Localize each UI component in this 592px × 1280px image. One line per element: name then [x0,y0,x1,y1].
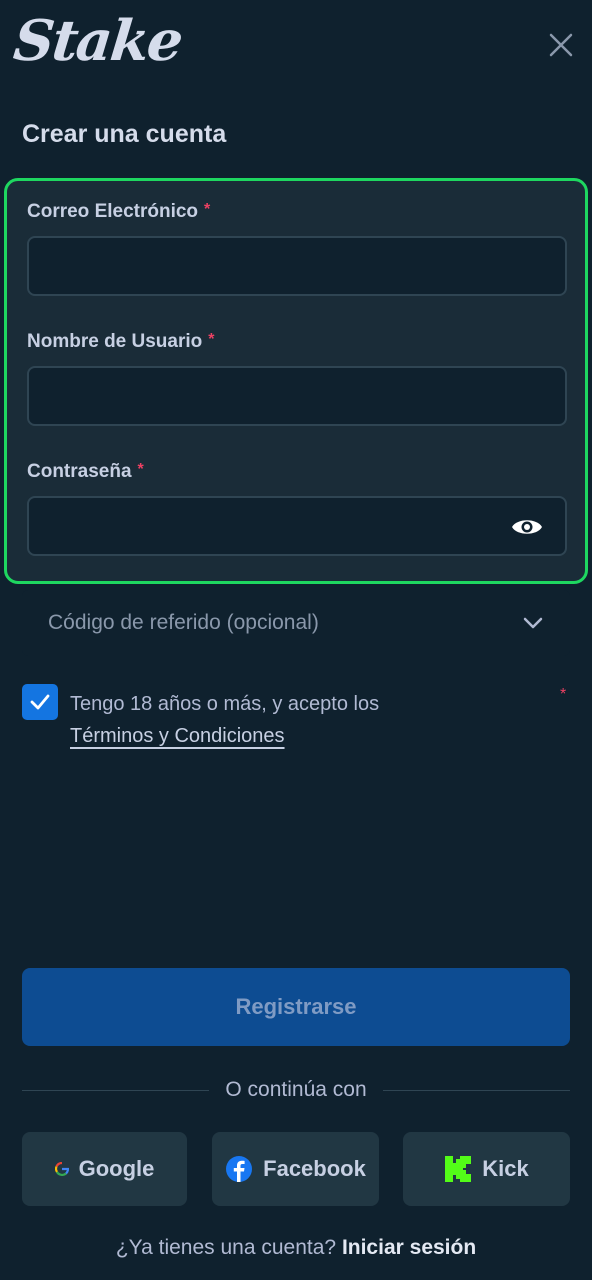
chevron-down-icon [523,617,543,629]
required-mark: * [137,461,144,478]
username-field-wrapper [27,366,567,426]
register-button[interactable]: Registrarse [22,968,570,1046]
eye-icon[interactable] [511,516,543,538]
referral-code-dropdown[interactable]: Código de referido (opcional) [22,590,570,656]
terms-checkbox[interactable] [22,684,58,720]
kick-login-button[interactable]: Kick [403,1132,570,1206]
facebook-login-button[interactable]: Facebook [212,1132,379,1206]
login-link[interactable]: Iniciar sesión [342,1236,476,1259]
username-field[interactable] [29,368,565,424]
facebook-icon [226,1156,253,1182]
password-field-wrapper [27,496,567,556]
terms-text: Tengo 18 años o más, y acepto los Términ… [70,688,379,752]
referral-code-label: Código de referido (opcional) [48,611,319,634]
terms-link[interactable]: Términos y Condiciones [70,725,285,747]
required-mark: * [560,686,567,703]
continue-with-divider: O continúa con [22,1076,571,1104]
google-login-button[interactable]: Google [22,1132,187,1206]
username-label: Nombre de Usuario * [27,331,215,352]
login-prompt: ¿Ya tienes una cuenta? Iniciar sesión [0,1236,592,1260]
email-label: Correo Electrónico * [27,201,211,222]
facebook-label: Facebook [263,1156,366,1181]
credentials-panel: Correo Electrónico * Nombre de Usuario * C… [4,178,588,584]
close-icon[interactable] [546,30,576,60]
divider-line [22,1089,210,1091]
password-field[interactable] [29,498,565,554]
divider-line [382,1089,571,1091]
google-icon [54,1162,69,1176]
page-title: Crear una cuenta [22,120,227,148]
password-label: Contraseña * [27,461,144,482]
email-field[interactable] [29,238,565,294]
terms-statement: Tengo 18 años o más, y acepto los [70,693,380,715]
required-mark: * [208,331,215,348]
kick-label: Kick [482,1156,529,1181]
divider-text: O continúa con [225,1078,367,1101]
email-field-wrapper [27,236,567,296]
stake-logo: Stake [10,8,185,74]
kick-icon [445,1156,472,1182]
google-label: Google [78,1156,155,1181]
required-mark: * [204,201,211,218]
checkmark-icon [30,694,50,710]
login-prompt-text: ¿Ya tienes una cuenta? [115,1236,337,1259]
